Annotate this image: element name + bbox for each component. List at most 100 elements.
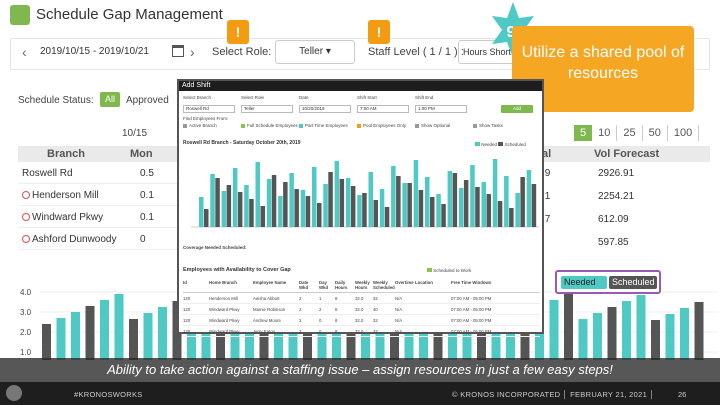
availability-legend-label: Scheduled to Work xyxy=(433,268,472,273)
employee-cell: N/A xyxy=(395,307,403,312)
scheduled-bar xyxy=(260,206,265,227)
chart-bar xyxy=(129,319,138,360)
page-title: Schedule Gap Management xyxy=(36,6,223,23)
mon-value[interactable]: 0.1 xyxy=(140,212,154,223)
employee-table-header: Id Home Branch Employee Name Date Wkd Day Wk… xyxy=(183,277,540,293)
page-size-option[interactable]: 25 xyxy=(617,125,643,141)
filter-chip[interactable]: Pool Employees Only xyxy=(357,123,406,128)
calendar-icon[interactable] xyxy=(172,45,184,57)
branch-name-label: Ashford Dunwoody xyxy=(32,234,117,245)
date-range[interactable]: 2019/10/15 - 2019/10/21 xyxy=(40,46,149,57)
filter-chip-label: Active Branch xyxy=(189,123,217,128)
employee-cell: 40 xyxy=(373,307,378,312)
dialog-chart-title: Roswell Rd Branch - Saturday October 20t… xyxy=(183,140,301,146)
filter-chip[interactable]: Show Optional xyxy=(415,123,450,128)
prev-week-button[interactable]: ‹ xyxy=(22,44,27,60)
filter-chip[interactable]: Active Branch xyxy=(183,123,217,128)
kronos-logo-icon xyxy=(6,385,22,401)
needed-bar xyxy=(199,197,204,227)
legend-scheduled[interactable]: Scheduled xyxy=(609,276,657,289)
vol-forecast-value: 2254.21 xyxy=(598,191,635,202)
mon-value[interactable]: 0.5 xyxy=(140,168,154,179)
employee-column-header: Free Time Windows xyxy=(451,280,492,285)
vol-forecast-value: 612.09 xyxy=(598,214,629,225)
needed-bar xyxy=(436,194,441,227)
employee-cell: N/A xyxy=(395,318,403,323)
scheduled-bar xyxy=(328,172,333,227)
employee-cell: 07:00 AM - 05:00 PM xyxy=(451,296,492,301)
role-select-value: Teller xyxy=(299,46,324,57)
employee-row[interactable]: 120 Windward Pkwy Mamie Robinson 2 2 8 32.0 40 N… xyxy=(183,304,540,315)
table-row[interactable]: Henderson Mill 0.1 xyxy=(18,184,180,206)
scheduled-bar xyxy=(215,178,220,227)
employee-row[interactable]: 120 Windward Pkwy Andrew Moore 2 0 8 32.0 32 N/A… xyxy=(183,315,540,326)
table-header: Branch Mon xyxy=(18,146,180,162)
chart-bar xyxy=(100,300,109,360)
page-number: 26 xyxy=(678,390,687,399)
branch-column-header[interactable]: Branch xyxy=(26,148,106,160)
add-shift-dialog: Add Shift Select Branch Roswell Rd Select … xyxy=(177,79,544,337)
table-row: .1 2254.21 xyxy=(540,185,710,207)
mon-value[interactable]: 0.1 xyxy=(140,190,154,201)
legend-needed[interactable]: Needed xyxy=(561,276,607,289)
employee-cell: 07:00 AM - 05:00 PM xyxy=(451,307,492,312)
page-size-option[interactable]: 5 xyxy=(574,125,593,141)
scheduled-bar xyxy=(396,176,401,227)
employee-cell: 32.0 xyxy=(355,307,364,312)
role-select[interactable]: Teller ▾ xyxy=(275,40,355,64)
scheduled-bar xyxy=(475,187,480,227)
checkbox-icon xyxy=(241,123,245,128)
filter-label: Find Employees From: xyxy=(183,116,229,121)
form-field-input[interactable]: Teller xyxy=(241,105,293,113)
chart-bar xyxy=(56,318,66,360)
filter-chip[interactable]: Full Schedule Employees xyxy=(241,123,298,128)
filter-chip[interactable]: Show Tasks xyxy=(473,123,503,128)
branch-name[interactable]: Ashford Dunwoody xyxy=(22,234,117,245)
mon-value[interactable]: 0 xyxy=(140,234,146,245)
employee-row[interactable]: 120 Henderson Mill Aeisha Abbott 2 1 8 32.0 32 N… xyxy=(183,293,540,304)
scheduled-bar xyxy=(418,190,424,227)
checkbox-icon xyxy=(183,123,187,128)
table-row[interactable]: Ashford Dunwoody 0 xyxy=(18,228,180,250)
form-field-input[interactable]: 7:00 AM xyxy=(357,105,409,113)
mon-column-header[interactable]: Mon xyxy=(130,148,153,160)
vol-forecast-column-header[interactable]: Vol Forecast xyxy=(594,148,659,160)
chart-bar xyxy=(636,295,646,360)
next-week-button[interactable]: › xyxy=(190,44,195,60)
filter-chip[interactable]: Part Time Employees xyxy=(299,123,348,128)
table-row[interactable]: Roswell Rd 0.5 xyxy=(18,162,180,184)
table-row[interactable]: Windward Pkwy 0.1 xyxy=(18,206,180,228)
employee-cell: 32 xyxy=(373,296,378,301)
employee-cell: 32.0 xyxy=(355,296,364,301)
add-shift-button[interactable]: Add xyxy=(501,105,533,113)
chart-bar xyxy=(651,320,660,360)
status-approved-option[interactable]: Approved xyxy=(126,95,169,106)
employee-cell: 8 xyxy=(335,296,338,301)
page-size-option[interactable]: 10 xyxy=(592,125,618,141)
blocked-icon xyxy=(22,235,30,243)
needed-bar xyxy=(515,193,520,227)
status-all-button[interactable]: All xyxy=(100,92,120,107)
page-size-option[interactable]: 100 xyxy=(668,125,700,141)
branch-name[interactable]: Windward Pkwy xyxy=(22,212,103,223)
branch-name[interactable]: Henderson Mill xyxy=(22,190,99,201)
y-tick-label: 1.0 xyxy=(20,348,32,357)
form-field-input[interactable]: 10/20/2019 xyxy=(299,105,351,113)
employee-cell: 120 xyxy=(183,329,191,334)
filter-chip-label: Full Schedule Employees xyxy=(247,123,298,128)
filter-chip-label: Show Tasks xyxy=(479,123,503,128)
employee-cell: 0 xyxy=(319,318,322,323)
needed-bar xyxy=(244,185,249,227)
needed-bar xyxy=(504,176,509,227)
employee-cell: 2 xyxy=(299,296,302,301)
checkbox-icon xyxy=(415,123,419,128)
form-field-input[interactable]: 1:00 PM xyxy=(415,105,467,113)
filter-chip-label: Pool Employees Only xyxy=(363,123,407,128)
page-size-option[interactable]: 50 xyxy=(643,125,668,141)
scheduled-bar xyxy=(350,186,356,227)
scheduled-bar xyxy=(407,183,412,227)
employee-cell: 32.0 xyxy=(355,329,364,334)
employee-row[interactable]: 120 Windward Pkwy Jerry Eaton 2 0 8 32.0 32 N/A 0… xyxy=(183,326,540,337)
branch-name[interactable]: Roswell Rd xyxy=(22,168,73,179)
form-field-input[interactable]: Roswell Rd xyxy=(183,105,235,113)
